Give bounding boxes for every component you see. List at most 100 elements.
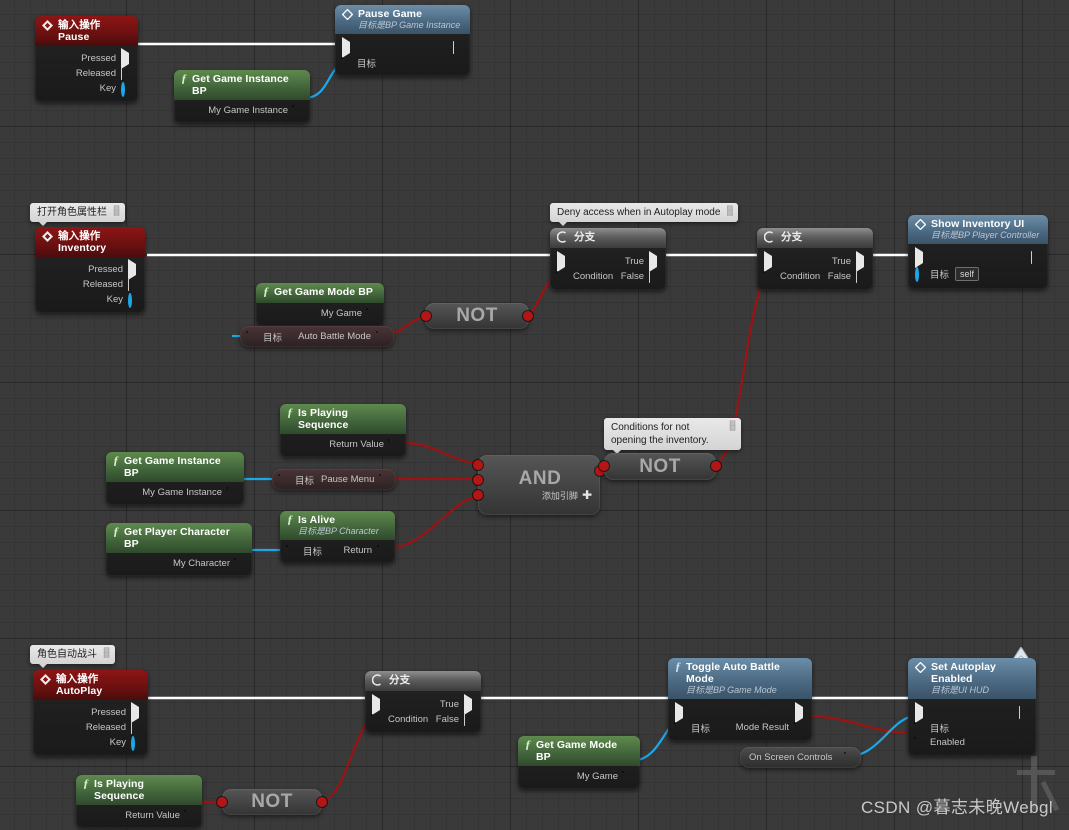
bool-pin-out[interactable] <box>185 811 195 821</box>
comment-character-auto-battle[interactable]: 角色自动战斗 ▤ ▤ <box>30 645 115 668</box>
bool-pin-a[interactable] <box>473 460 483 470</box>
pin-row-return-value[interactable]: Return Value <box>280 437 406 452</box>
exec-pin-false[interactable] <box>464 713 474 726</box>
pin-row-condition-false[interactable]: Condition False <box>757 269 873 284</box>
pin-row-condition-false[interactable]: Condition False <box>365 712 481 727</box>
comment-conditions-not-opening-inventory[interactable]: Conditions for not opening the inventory… <box>604 418 741 454</box>
bool-pin-in[interactable] <box>599 461 609 471</box>
pin-row-exec-true[interactable]: True <box>550 251 666 272</box>
pin-row-my-game-instance[interactable]: My Game Instance <box>106 485 244 500</box>
exec-pin-released[interactable] <box>121 67 131 80</box>
node-get-player-character-bp[interactable]: ƒ Get Player Character BP My Character <box>106 523 252 576</box>
pin-row-return-value[interactable]: Return Value <box>76 808 202 823</box>
pin-row-target[interactable]: 目标 <box>908 720 1036 735</box>
node-branch-3[interactable]: 分支 True Condition False <box>365 671 481 733</box>
data-pin-target[interactable] <box>675 723 685 733</box>
exec-pin-true[interactable] <box>464 694 474 715</box>
bool-pin-condition[interactable] <box>372 715 382 725</box>
data-pin-key[interactable] <box>128 292 138 308</box>
node-get-game-instance-bp-mid[interactable]: ƒ Get Game Instance BP My Game Instance <box>106 452 244 505</box>
pin-row-released[interactable]: Released <box>33 720 148 735</box>
node-get-game-instance-bp-top[interactable]: ƒ Get Game Instance BP My Game Instance <box>174 70 310 123</box>
pin-row-exec[interactable] <box>335 37 470 58</box>
exec-pin-out[interactable] <box>453 41 463 54</box>
node-show-inventory-ui[interactable]: Show Inventory UI 目标是BP Player Controlle… <box>908 215 1048 289</box>
comment-open-character-attribute-panel[interactable]: 打开角色属性栏 ▤ ▤ <box>30 203 125 226</box>
pin-row-target[interactable]: 目标 self <box>908 265 1048 283</box>
pin-row-released[interactable]: Released <box>35 66 138 81</box>
node-not-2[interactable]: NOT <box>599 453 721 480</box>
node-is-playing-sequence-bottom[interactable]: ƒ Is Playing Sequence Return Value <box>76 775 202 828</box>
node-not-1[interactable]: NOT <box>421 303 533 329</box>
exec-pin-in[interactable] <box>342 37 352 58</box>
data-pin-out[interactable] <box>367 309 377 319</box>
pin-row-my-game-instance[interactable]: My Game Instance <box>174 103 310 118</box>
bool-pin-in[interactable] <box>217 797 227 807</box>
data-pin-out[interactable] <box>380 475 390 485</box>
pin-row-condition-false[interactable]: Condition False <box>550 269 666 284</box>
node-is-playing-sequence-mid[interactable]: ƒ Is Playing Sequence Return Value <box>280 404 406 457</box>
plus-icon[interactable]: ✚ <box>582 489 592 501</box>
pin-row-key[interactable]: Key <box>35 292 145 308</box>
exec-pin-false[interactable] <box>649 270 659 283</box>
bool-pin-out[interactable] <box>711 461 721 471</box>
bool-pin-enabled[interactable] <box>915 738 925 748</box>
node-get-game-mode-bp-mid[interactable]: ƒ Get Game Mode BP My Game <box>256 283 384 326</box>
node-not-3[interactable]: NOT <box>217 789 327 815</box>
exec-pin-true[interactable] <box>649 251 659 272</box>
bool-pin-in[interactable] <box>421 311 431 321</box>
pin-row-target-return[interactable]: 目标 Return <box>280 543 395 558</box>
pin-row-exec-true[interactable]: True <box>757 251 873 272</box>
data-pin-target[interactable] <box>342 58 352 68</box>
exec-pin-out[interactable] <box>1031 251 1041 264</box>
exec-pin-pressed[interactable] <box>128 259 138 280</box>
pin-row-pressed[interactable]: Pressed <box>33 702 148 723</box>
pin-row-target[interactable]: 目标 <box>335 55 470 70</box>
data-pin-target[interactable] <box>279 475 289 485</box>
exec-pin-out[interactable] <box>795 702 805 723</box>
data-pin-target[interactable] <box>915 723 925 733</box>
bool-pin-b[interactable] <box>473 475 483 485</box>
bool-pin-out[interactable] <box>389 440 399 450</box>
data-pin-out[interactable] <box>227 488 237 498</box>
node-branch-1[interactable]: 分支 True Condition False <box>550 228 666 290</box>
node-input-action-pause[interactable]: 输入操作Pause Pressed Released Key <box>35 16 138 102</box>
node-pause-game[interactable]: Pause Game 目标是BP Game Instance 目标 <box>335 5 470 76</box>
pin-row-exec[interactable] <box>668 702 812 723</box>
node-get-pause-menu[interactable]: 目标 Pause Menu <box>272 469 396 490</box>
pin-row-target-result[interactable]: 目标 Mode Result <box>668 720 812 735</box>
exec-pin-pressed[interactable] <box>131 702 141 723</box>
data-pin-target[interactable] <box>287 546 297 556</box>
bool-pin-condition[interactable] <box>764 272 774 282</box>
data-pin-out[interactable] <box>845 753 855 763</box>
node-toggle-auto-battle-mode[interactable]: ƒ Toggle Auto Battle Mode 目标是BP Game Mod… <box>668 658 812 741</box>
exec-pin-released[interactable] <box>128 278 138 291</box>
exec-pin-released[interactable] <box>131 721 141 734</box>
data-pin-out[interactable] <box>235 559 245 569</box>
bool-pin-out[interactable] <box>317 797 327 807</box>
pin-row-exec[interactable] <box>908 247 1048 268</box>
pin-row-my-character[interactable]: My Character <box>106 556 252 571</box>
bool-pin-out[interactable] <box>795 723 805 733</box>
exec-pin-true[interactable] <box>856 251 866 272</box>
node-and[interactable]: AND 添加引脚 ✚ <box>473 455 605 515</box>
node-set-autoplay-enabled[interactable]: Set Autoplay Enabled 目标是UI HUD 目标 Enable… <box>908 647 1036 756</box>
pin-row-exec-true[interactable]: True <box>365 694 481 715</box>
comment-deny-access-autoplay[interactable]: Deny access when in Autoplay mode ▤ ▤ <box>550 203 739 226</box>
pin-row-enabled[interactable]: Enabled <box>908 735 1036 750</box>
node-is-alive[interactable]: ƒ Is Alive 目标是BP Character 目标 Return <box>280 511 395 563</box>
pin-row-my-game[interactable]: My Game <box>518 769 640 784</box>
pin-row-pressed[interactable]: Pressed <box>35 259 145 280</box>
pin-row-my-game[interactable]: My Game <box>256 306 384 321</box>
bool-pin-condition[interactable] <box>557 272 567 282</box>
exec-pin-out[interactable] <box>1019 706 1029 719</box>
data-pin-target[interactable] <box>247 332 257 342</box>
data-pin-out[interactable] <box>293 106 303 116</box>
node-input-action-inventory[interactable]: 输入操作Inventory Pressed Released Key <box>35 227 145 313</box>
exec-pin-in[interactable] <box>915 702 925 723</box>
exec-pin-in[interactable] <box>915 247 925 268</box>
bool-pin-out[interactable] <box>378 546 388 556</box>
exec-pin-false[interactable] <box>856 270 866 283</box>
node-input-action-autoplay[interactable]: 输入操作AutoPlay Pressed Released Key <box>33 670 148 756</box>
pin-row-exec[interactable] <box>908 702 1036 723</box>
